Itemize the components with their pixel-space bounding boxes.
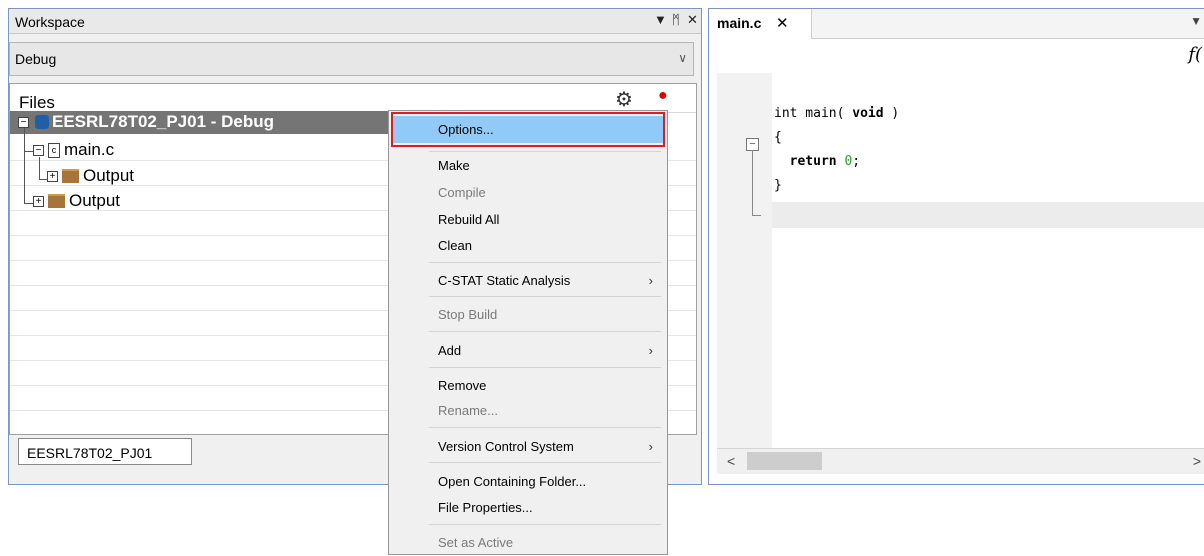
files-label: Files [19,93,55,112]
scroll-right-icon[interactable]: > [1193,453,1201,469]
submenu-arrow-icon: › [648,343,653,358]
tree-item-file-output[interactable]: + Output [47,166,134,186]
code-area[interactable]: int main( void ) { return 0; } [774,106,899,202]
workspace-title-bar: Workspace ▼ ᛗ ✕ [9,9,701,34]
tab-main-c[interactable]: main.c ✕ [709,9,812,39]
menu-item-open-containing-folder[interactable]: Open Containing Folder... [389,468,667,495]
editor-panel: main.c ✕ ▼ f( − int main( void ) { retur… [708,8,1204,485]
file-label: main.c [64,140,115,159]
menu-item-c-stat[interactable]: C-STAT Static Analysis › [389,267,667,294]
menu-item-version-control[interactable]: Version Control System › [389,433,667,460]
folder-icon [62,169,79,183]
project-tab[interactable]: EESRL78T02_PJ01 [18,438,192,465]
function-list-icon[interactable]: f( [1188,44,1202,65]
tree-item-main-c[interactable]: − c main.c [33,140,114,160]
scroll-thumb[interactable] [747,452,822,470]
collapse-icon[interactable]: − [18,116,29,128]
menu-item-rename[interactable]: Rename... [389,397,667,424]
dropdown-icon[interactable]: ▼ [654,12,667,27]
c-file-icon: c [48,142,60,158]
tab-label: main.c [717,15,762,31]
tab-list-dropdown-icon[interactable]: ▼ [1190,14,1202,28]
code-line: return 0; [789,154,861,169]
chevron-down-icon: ∨ [678,51,687,65]
configuration-value: Debug [15,51,57,67]
menu-item-stop-build[interactable]: Stop Build [389,301,667,328]
menu-item-clean[interactable]: Clean [389,232,667,259]
menu-item-make[interactable]: Make [389,152,667,179]
code-line: int main( void ) [774,106,900,121]
project-tab-label: EESRL78T02_PJ01 [27,445,153,461]
editor-tab-strip: main.c ✕ ▼ [709,9,1204,39]
tree-item-project[interactable]: − EESRL78T02_PJ01 - Debug [18,112,274,132]
submenu-arrow-icon: › [648,273,653,288]
menu-item-file-properties[interactable]: File Properties... [389,494,667,521]
workspace-title: Workspace [15,14,85,30]
code-line: { [774,130,782,145]
context-menu: Options... Make Compile Rebuild All Clea… [388,110,668,555]
files-header: Files ⚙ ● [10,84,696,113]
horizontal-scrollbar[interactable]: < > [717,448,1204,474]
code-line: } [774,178,782,193]
submenu-arrow-icon: › [648,439,653,454]
project-label: EESRL78T02_PJ01 - Debug [52,112,275,131]
expand-icon[interactable]: + [33,195,44,207]
configuration-select[interactable]: Debug ∨ [9,42,694,76]
output-label: Output [83,166,135,185]
menu-item-compile[interactable]: Compile [389,179,667,206]
menu-item-add[interactable]: Add › [389,337,667,364]
scroll-left-icon[interactable]: < [727,453,735,469]
editor-gutter [717,73,772,448]
collapse-icon[interactable]: − [33,144,44,156]
menu-item-rebuild-all[interactable]: Rebuild All [389,206,667,233]
highlight-box [391,112,665,147]
red-dot-icon: ● [658,87,668,104]
folder-icon [48,194,65,208]
menu-item-remove[interactable]: Remove [389,372,667,399]
gear-icon[interactable]: ⚙ [615,87,633,112]
menu-item-set-as-active[interactable]: Set as Active [389,529,667,556]
current-line [772,202,1204,228]
close-icon[interactable]: ✕ [687,12,698,28]
expand-icon[interactable]: + [47,170,58,182]
tree-item-output[interactable]: + Output [33,191,120,211]
pin-icon[interactable]: ᛗ [672,12,680,27]
project-icon [35,115,49,129]
close-icon[interactable]: ✕ [776,14,789,32]
output-label: Output [69,191,121,210]
